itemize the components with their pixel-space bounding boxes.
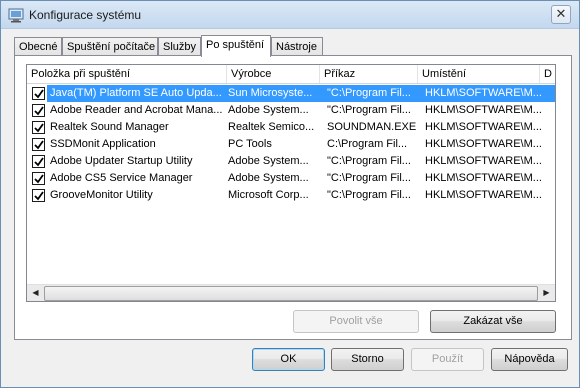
- system-config-window: Konfigurace systému ✕ Obecné Spuštění po…: [0, 0, 580, 388]
- item-vendor: Adobe System...: [228, 155, 309, 167]
- column-header-location[interactable]: Umístění: [418, 65, 540, 83]
- item-command: "C:\Program Fil...: [327, 155, 411, 167]
- list-item[interactable]: Adobe Updater Startup Utility Adobe Syst…: [27, 153, 555, 170]
- system-config-icon: [8, 8, 24, 23]
- arrow-left-icon: ◀: [32, 288, 39, 297]
- horizontal-scrollbar[interactable]: ◀ ▶: [27, 284, 555, 301]
- column-header-date[interactable]: D: [540, 65, 555, 83]
- startup-list[interactable]: Položka při spuštění Výrobce Příkaz Umís…: [26, 64, 556, 302]
- tab-startup[interactable]: Po spuštění: [201, 35, 271, 57]
- apply-button[interactable]: Použít: [411, 348, 484, 371]
- cancel-button[interactable]: Storno: [331, 348, 404, 371]
- column-header-command[interactable]: Příkaz: [320, 65, 418, 83]
- check-icon: [34, 191, 44, 201]
- item-location: HKLM\SOFTWARE\M...: [425, 138, 542, 150]
- item-vendor: Realtek Semico...: [228, 121, 315, 133]
- item-location: HKLM\SOFTWARE\M...: [425, 121, 542, 133]
- item-command: "C:\Program Fil...: [327, 189, 411, 201]
- item-name: Adobe Updater Startup Utility: [50, 155, 193, 167]
- check-icon: [34, 106, 44, 116]
- column-header-item[interactable]: Položka při spuštění: [27, 65, 227, 83]
- item-checkbox[interactable]: [32, 87, 45, 100]
- item-location: HKLM\SOFTWARE\M...: [425, 172, 542, 184]
- list-item[interactable]: SSDMonit Application PC Tools C:\Program…: [27, 136, 555, 153]
- list-item[interactable]: Adobe CS5 Service Manager Adobe System..…: [27, 170, 555, 187]
- item-location: HKLM\SOFTWARE\M...: [425, 155, 542, 167]
- item-checkbox[interactable]: [32, 104, 45, 117]
- window-title: Konfigurace systému: [29, 8, 142, 22]
- item-checkbox[interactable]: [32, 172, 45, 185]
- disable-all-button[interactable]: Zakázat vše: [430, 310, 556, 333]
- arrow-right-icon: ▶: [543, 288, 550, 297]
- item-command: C:\Program Fil...: [327, 138, 408, 150]
- item-location: HKLM\SOFTWARE\M...: [425, 189, 542, 201]
- item-name: Java(TM) Platform SE Auto Upda...: [47, 85, 224, 102]
- startup-panel: Položka při spuštění Výrobce Příkaz Umís…: [14, 55, 572, 340]
- item-location: HKLM\SOFTWARE\M...: [425, 104, 542, 116]
- item-vendor: Adobe System...: [228, 104, 309, 116]
- close-button[interactable]: ✕: [551, 5, 571, 24]
- item-name: Adobe CS5 Service Manager: [50, 172, 193, 184]
- scroll-right-button[interactable]: ▶: [538, 285, 555, 301]
- item-vendor: Sun Microsyste...: [224, 85, 323, 102]
- check-icon: [34, 89, 44, 99]
- item-checkbox[interactable]: [32, 138, 45, 151]
- item-checkbox[interactable]: [32, 189, 45, 202]
- item-location: HKLM\SOFTWARE\M...: [421, 85, 555, 102]
- help-button[interactable]: Nápověda: [491, 348, 568, 371]
- list-item[interactable]: Adobe Reader and Acrobat Mana... Adobe S…: [27, 102, 555, 119]
- scroll-thumb[interactable]: [44, 286, 538, 301]
- item-checkbox[interactable]: [32, 121, 45, 134]
- check-icon: [34, 140, 44, 150]
- list-body: Java(TM) Platform SE Auto Upda... Sun Mi…: [27, 85, 555, 284]
- check-icon: [34, 174, 44, 184]
- enable-all-button[interactable]: Povolit vše: [293, 310, 419, 333]
- item-name: Realtek Sound Manager: [50, 121, 169, 133]
- item-checkbox[interactable]: [32, 155, 45, 168]
- item-name: GrooveMonitor Utility: [50, 189, 153, 201]
- tab-services[interactable]: Služby: [158, 37, 201, 56]
- item-command: "C:\Program Fil...: [327, 104, 411, 116]
- tab-boot[interactable]: Spuštění počítače: [62, 37, 158, 56]
- item-vendor: Adobe System...: [228, 172, 309, 184]
- item-command: "C:\Program Fil...: [327, 172, 411, 184]
- item-vendor: PC Tools: [228, 138, 272, 150]
- list-header: Položka při spuštění Výrobce Příkaz Umís…: [27, 65, 555, 84]
- ok-button[interactable]: OK: [252, 348, 325, 371]
- item-command: SOUNDMAN.EXE: [327, 121, 417, 133]
- check-icon: [34, 123, 44, 133]
- list-item[interactable]: Realtek Sound Manager Realtek Semico... …: [27, 119, 555, 136]
- title-bar[interactable]: Konfigurace systému ✕: [1, 1, 579, 29]
- tab-tools[interactable]: Nástroje: [271, 37, 323, 56]
- column-header-vendor[interactable]: Výrobce: [227, 65, 320, 83]
- item-command: "C:\Program Fil...: [323, 85, 421, 102]
- scroll-left-button[interactable]: ◀: [27, 285, 44, 301]
- check-icon: [34, 157, 44, 167]
- list-item[interactable]: GrooveMonitor Utility Microsoft Corp... …: [27, 187, 555, 204]
- list-item[interactable]: Java(TM) Platform SE Auto Upda... Sun Mi…: [27, 85, 555, 102]
- item-vendor: Microsoft Corp...: [228, 189, 309, 201]
- close-icon: ✕: [555, 6, 567, 21]
- tab-general[interactable]: Obecné: [14, 37, 62, 56]
- item-name: Adobe Reader and Acrobat Mana...: [50, 104, 223, 116]
- item-name: SSDMonit Application: [50, 138, 156, 150]
